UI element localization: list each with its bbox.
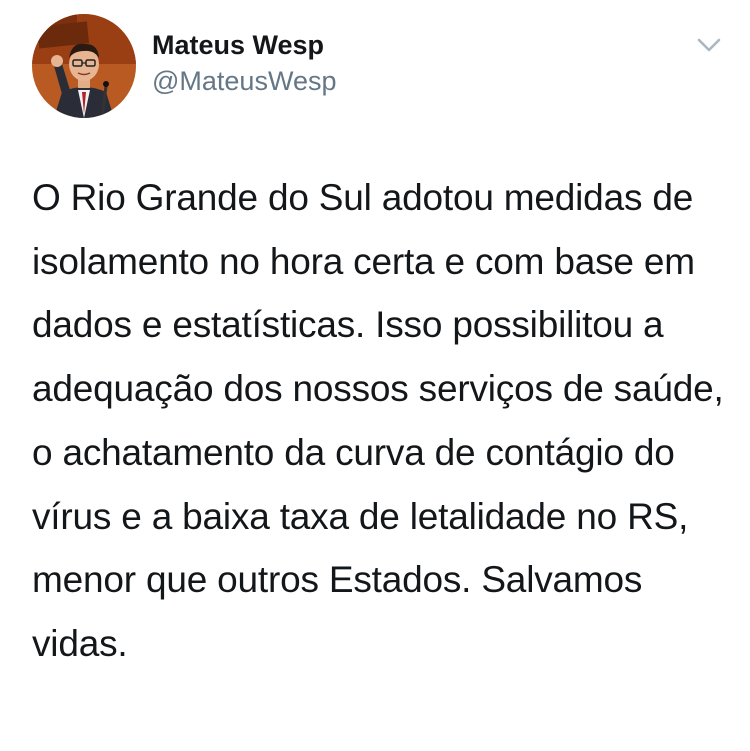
avatar[interactable] [32,14,136,118]
chevron-down-icon[interactable] [692,28,726,62]
author-block: Mateus Wesp @MateusWesp [152,28,336,98]
display-name[interactable]: Mateus Wesp [152,28,336,62]
tweet-text: O Rio Grande do Sul adotou medidas de is… [32,177,724,664]
profile-photo [32,14,136,118]
handle[interactable]: @MateusWesp [152,64,336,98]
tweet: Mateus Wesp @MateusWesp O Rio Grande do … [0,0,750,751]
